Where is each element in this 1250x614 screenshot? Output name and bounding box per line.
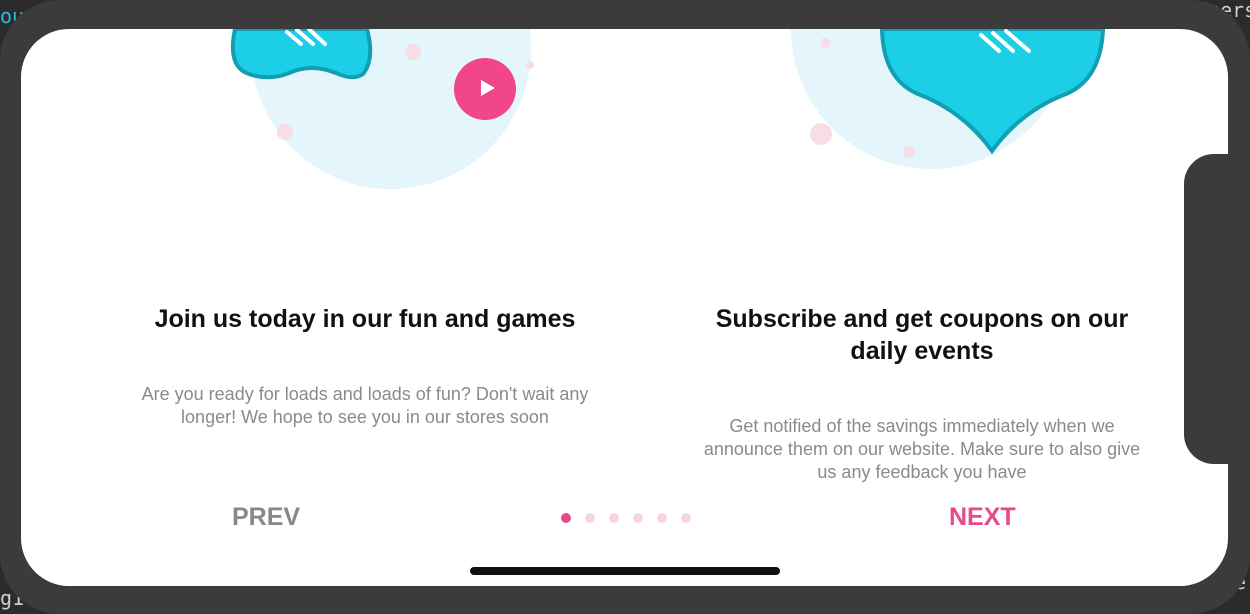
pagination-dot-6[interactable] xyxy=(681,513,691,523)
slide-1-title: Join us today in our fun and games xyxy=(154,305,576,333)
pagination-dots xyxy=(561,513,691,523)
pagination-dot-1[interactable] xyxy=(561,513,571,523)
home-indicator[interactable] xyxy=(470,567,780,575)
slide-1-body: Are you ready for loads and loads of fun… xyxy=(130,383,600,429)
decor-dot xyxy=(405,44,421,60)
decor-dot xyxy=(526,61,534,69)
pagination-dot-3[interactable] xyxy=(609,513,619,523)
onboarding-screen: Join us today in our fun and games Are y… xyxy=(21,29,1228,586)
next-button[interactable]: NEXT xyxy=(949,503,1016,532)
slide-1-description: Are you ready for loads and loads of fun… xyxy=(141,384,589,427)
pagination-dot-5[interactable] xyxy=(657,513,667,523)
decor-dot xyxy=(810,123,832,145)
pagination-dot-4[interactable] xyxy=(633,513,643,523)
heart-illustration xyxy=(791,29,1106,169)
phone-frame: Join us today in our fun and games Are y… xyxy=(0,0,1250,614)
game-controller-illustration xyxy=(230,29,534,189)
slide-2-body: Get notified of the savings immediately … xyxy=(694,415,1150,484)
decor-dot xyxy=(820,38,830,48)
prev-button[interactable]: PREV xyxy=(232,503,300,532)
device-notch xyxy=(1184,154,1250,464)
slide-2-description: Get notified of the savings immediately … xyxy=(703,416,1141,482)
slide-2: Subscribe and get coupons on our daily e… xyxy=(697,303,1147,367)
slide-1: Join us today in our fun and games xyxy=(115,303,615,335)
decor-dot xyxy=(903,146,915,158)
slide-illustrations xyxy=(230,29,1106,189)
pagination-dot-2[interactable] xyxy=(585,513,595,523)
slide-2-title: Subscribe and get coupons on our daily e… xyxy=(715,305,1129,365)
decor-dot xyxy=(277,124,293,140)
